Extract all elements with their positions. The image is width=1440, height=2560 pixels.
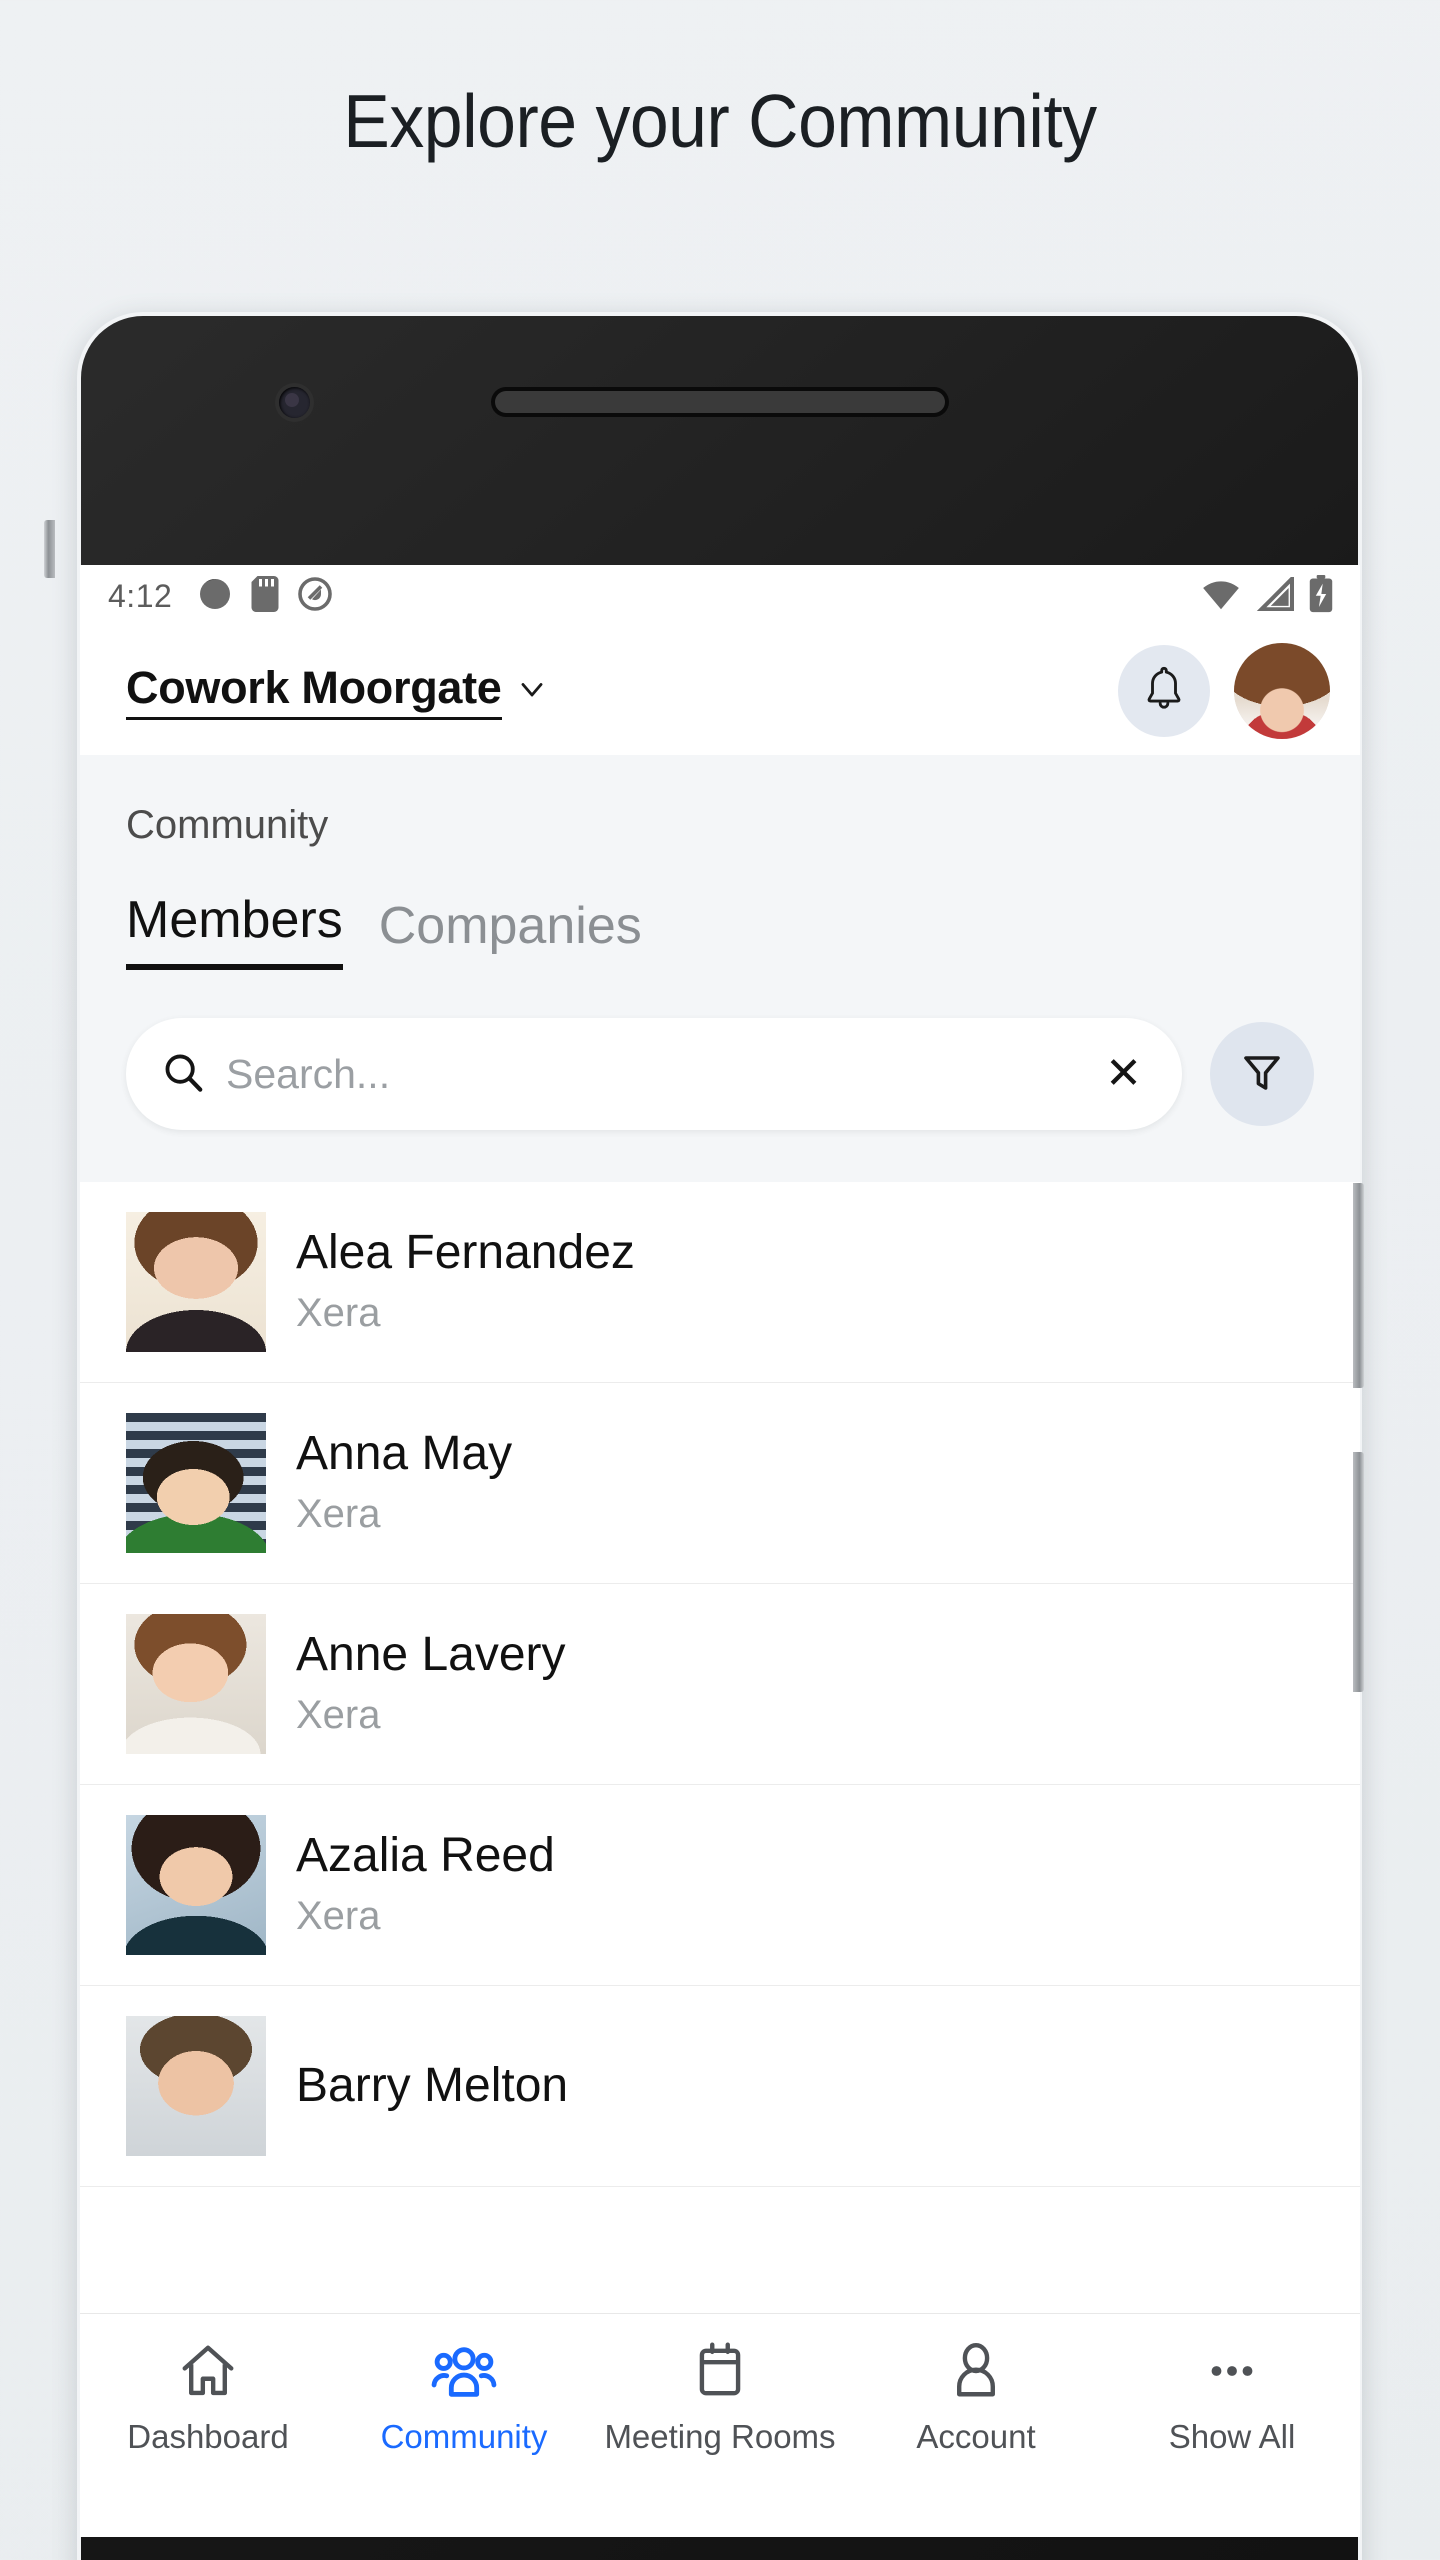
nav-item-account[interactable]: Account [848,2338,1104,2457]
phone-left-button[interactable] [44,520,55,578]
table-row[interactable]: Alea Fernandez Xera [80,1182,1360,1383]
member-info: Alea Fernandez Xera [296,1226,635,1335]
member-company: Xera [296,1491,381,1536]
member-name: Anna May [296,1427,513,1481]
clear-x-icon[interactable]: ✕ [1101,1052,1146,1096]
table-row[interactable]: Anna May Xera [80,1383,1360,1584]
table-row[interactable]: Azalia Reed Xera [80,1785,1360,1986]
filter-button[interactable] [1210,1022,1314,1126]
people-icon [431,2338,497,2404]
member-company: Xera [296,1893,381,1938]
phone-screen: 4:12 Cowork Moorgate Community Members C… [80,565,1360,2537]
nav-item-meeting-rooms[interactable]: Meeting Rooms [592,2338,848,2457]
notifications-bell-icon [1141,664,1187,719]
wifi-icon [1200,577,1242,616]
search-input[interactable] [226,1050,1102,1098]
phone-volume-button[interactable] [1353,1183,1364,1388]
member-name: Azalia Reed [296,1829,555,1883]
member-info: Barry Melton [296,2058,569,2112]
calendar-icon [689,2338,751,2404]
member-company: Xera [296,1290,381,1335]
table-row[interactable]: Anne Lavery Xera [80,1584,1360,1785]
member-photo [126,1212,266,1352]
header-actions [1118,643,1330,739]
member-info: Anne Lavery Xera [296,1628,566,1737]
member-photo [126,2016,266,2156]
status-time: 4:12 [108,577,173,614]
nav-label-meeting-rooms: Meeting Rooms [604,2418,836,2455]
nav-item-community[interactable]: Community [336,2338,592,2457]
page-title: Explore your Community [343,79,1097,163]
earpiece-speaker [494,391,945,413]
community-tabs: Members Companies [80,848,1360,970]
notifications-button[interactable] [1118,645,1210,737]
venue-name-label: Cowork Moorgate [126,662,502,720]
status-bar: 4:12 [80,565,1360,627]
member-name: Barry Melton [296,2058,569,2112]
search-box[interactable]: ✕ [126,1018,1182,1130]
tab-members[interactable]: Members [126,890,343,970]
community-section: Community Members Companies ✕ [80,755,1360,1182]
venue-selector-button[interactable]: Cowork Moorgate [126,662,550,720]
member-list: Alea Fernandez Xera Anna May Xera Anne L… [80,1182,1360,2187]
member-company: Xera [296,1692,381,1737]
app-header: Cowork Moorgate [80,627,1360,755]
nav-label-show-all: Show All [1168,2418,1296,2455]
nav-label-account: Account [916,2418,1036,2455]
home-icon [177,2338,239,2404]
cellular-signal-icon [1256,573,1295,616]
member-photo [126,1413,266,1553]
table-row[interactable]: Barry Melton [80,1986,1360,2187]
tab-companies[interactable]: Companies [379,896,642,970]
more-dots-icon [1201,2338,1263,2404]
filter-funnel-icon [1238,1048,1286,1101]
battery-charging-icon [1308,574,1334,618]
chevron-down-icon [514,671,550,712]
nav-item-show-all[interactable]: Show All [1104,2338,1360,2457]
user-avatar[interactable] [1234,643,1330,739]
search-row: ✕ [80,970,1360,1182]
member-info: Azalia Reed Xera [296,1829,555,1938]
member-info: Anna May Xera [296,1427,513,1536]
app-notification-icon [197,576,233,617]
nav-item-dashboard[interactable]: Dashboard [80,2338,336,2457]
person-icon [945,2338,1007,2404]
status-notification-icons [197,575,333,617]
nav-label-community: Community [380,2418,548,2455]
bottom-navigation: Dashboard Community Meeting Rooms Accoun… [80,2313,1360,2537]
status-system-icons [1200,573,1334,618]
member-photo [126,1815,266,1955]
nav-label-dashboard: Dashboard [127,2418,289,2455]
member-name: Alea Fernandez [296,1226,635,1280]
search-icon [160,1049,206,1100]
member-photo [126,1614,266,1754]
phone-power-button[interactable] [1353,1452,1364,1692]
sync-disabled-icon [297,576,333,617]
sd-card-icon [250,575,280,617]
section-label: Community [126,803,329,847]
member-name: Anne Lavery [296,1628,566,1682]
front-camera-icon [279,387,310,418]
